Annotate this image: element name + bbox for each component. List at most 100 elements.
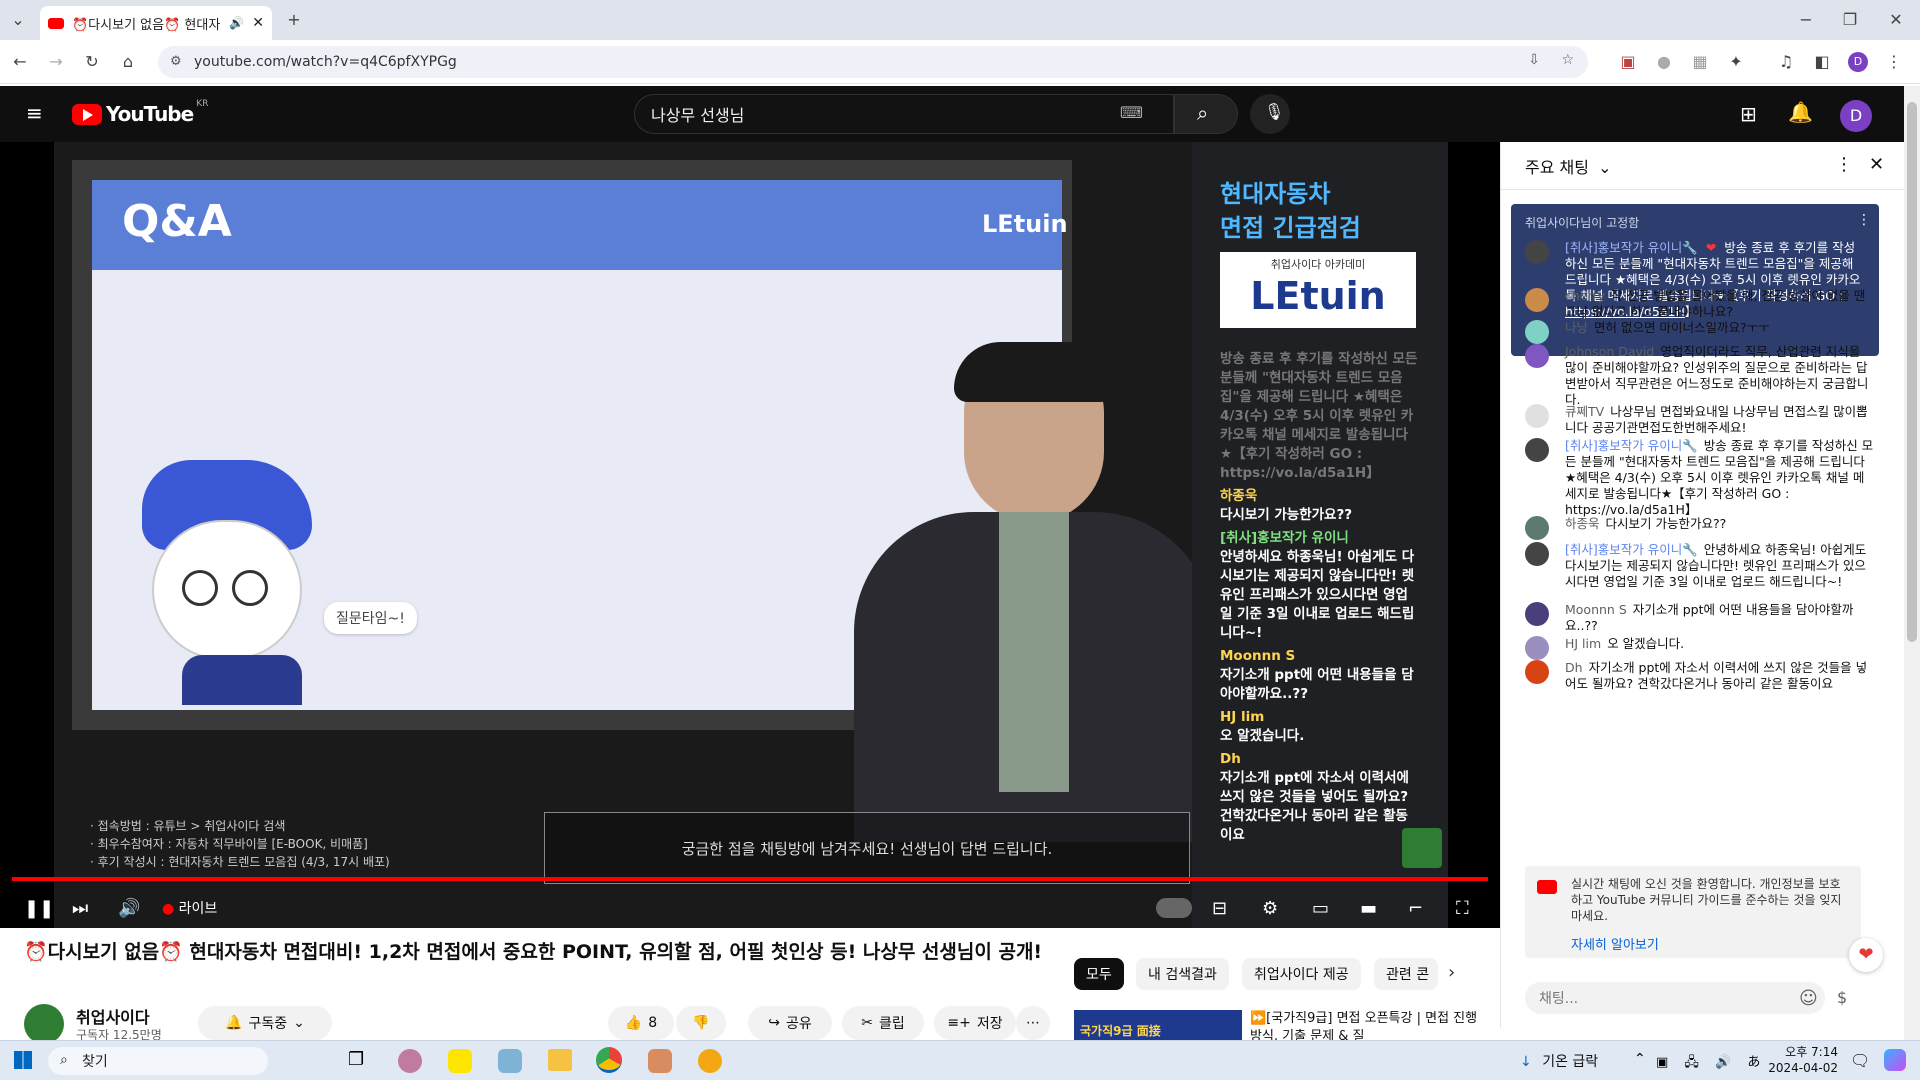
- subtitles-icon[interactable]: ⊟: [1212, 894, 1227, 924]
- chrome-icon[interactable]: [596, 1047, 622, 1073]
- extension-3-icon[interactable]: ▦: [1690, 52, 1710, 72]
- chat-message[interactable]: HJ lim 오 알겠습니다.: [1525, 636, 1875, 660]
- super-chat-icon[interactable]: $: [1837, 988, 1847, 1007]
- chat-message[interactable]: 하종욱 다시보기 가능한가요??: [1525, 516, 1875, 540]
- emoji-icon[interactable]: ☺: [1799, 988, 1818, 1009]
- chat-avatar[interactable]: [1525, 542, 1549, 566]
- tab-close-icon[interactable]: ✕: [252, 15, 264, 31]
- back-icon[interactable]: ←: [10, 52, 30, 72]
- recommended-video[interactable]: 국가직9급 面接 ⏩[국가직9급] 면접 오픈특강 | 면접 진행방식, 기출 …: [1074, 1010, 1494, 1040]
- keyboard-icon[interactable]: ⌨: [1120, 103, 1143, 122]
- miniplayer-icon[interactable]: ▭: [1312, 894, 1329, 924]
- chip-all[interactable]: 모두: [1074, 958, 1124, 990]
- chat-author[interactable]: 나낭: [1565, 320, 1588, 335]
- audio-playing-icon[interactable]: 🔊: [229, 16, 244, 30]
- search-input[interactable]: 나상무 선생님 ⌨: [634, 94, 1174, 134]
- chip-search-results[interactable]: 내 검색결과: [1136, 958, 1229, 990]
- chat-message[interactable]: [취사]홍보작가 유이니🔧 방송 종료 후 후기를 작성하신 모든 분들께 "현대…: [1525, 438, 1875, 518]
- chat-avatar[interactable]: [1525, 288, 1549, 312]
- recommended-thumbnail[interactable]: 국가직9급 面接: [1074, 1010, 1242, 1040]
- taskbar-app-5-icon[interactable]: [648, 1049, 672, 1073]
- chat-more-icon[interactable]: ⋮: [1835, 154, 1853, 175]
- taskbar-search[interactable]: ⌕ 찾기: [48, 1047, 268, 1075]
- notifications-bell-icon[interactable]: 🔔: [1788, 100, 1813, 124]
- subscribe-button[interactable]: 🔔 구독중 ⌄: [198, 1006, 332, 1040]
- window-close-icon[interactable]: ✕: [1886, 10, 1906, 30]
- settings-gear-icon[interactable]: ⚙: [1262, 894, 1278, 924]
- tray-icons[interactable]: ▣ 🖧 🔊 あ: [1656, 1051, 1766, 1075]
- url-field[interactable]: ⚙ youtube.com/watch?v=q4C6pfXYPGg ⇩ ☆: [158, 46, 1588, 78]
- dislike-button[interactable]: 👎: [676, 1006, 726, 1040]
- learn-more-link[interactable]: 자세히 알아보기: [1571, 934, 1659, 953]
- media-control-icon[interactable]: ♫: [1776, 52, 1796, 72]
- chat-author[interactable]: Johnson David: [1565, 344, 1654, 359]
- tab-search-icon[interactable]: ⌄: [8, 10, 28, 30]
- chat-author[interactable]: Dh: [1565, 660, 1583, 675]
- weather-widget[interactable]: ↓ 기온 급락: [1520, 1051, 1598, 1071]
- pause-icon[interactable]: ❚❚: [24, 894, 54, 924]
- bookmark-star-icon[interactable]: ☆: [1561, 52, 1574, 68]
- more-actions-button[interactable]: ⋯: [1016, 1006, 1050, 1040]
- chat-author[interactable]: 하종욱: [1565, 516, 1600, 531]
- chat-mode-selector[interactable]: 주요 채팅 ⌄: [1525, 154, 1611, 178]
- next-icon[interactable]: ⏭: [72, 894, 88, 924]
- page-scrollbar[interactable]: [1904, 86, 1920, 1040]
- like-button[interactable]: 👍 8: [608, 1006, 674, 1040]
- chat-author[interactable]: HJ lim: [1565, 636, 1601, 651]
- extension-1-icon[interactable]: ▣: [1618, 52, 1638, 72]
- taskbar-app-1-icon[interactable]: [398, 1049, 422, 1073]
- tray-chevron-icon[interactable]: ⌃: [1634, 1051, 1646, 1067]
- chat-author[interactable]: [취사]홍보작가 유이니🔧: [1565, 542, 1698, 557]
- chat-author[interactable]: cherry: [1565, 288, 1605, 303]
- chat-avatar[interactable]: [1525, 660, 1549, 684]
- taskbar-app-6-icon[interactable]: [698, 1049, 722, 1073]
- chat-avatar[interactable]: [1525, 438, 1549, 462]
- video-player[interactable]: Q&A LEtuin 질문타임~! 현대자동차 면접 긴급점검 취업사이다 아카…: [0, 142, 1500, 928]
- create-video-icon[interactable]: ⊞: [1740, 102, 1757, 126]
- taskbar-app-3-icon[interactable]: [498, 1049, 522, 1073]
- chat-message[interactable]: cherry 작 전공 방법을 물어봤을 때, 전공 방향이 없을 땐 그냥 없다…: [1525, 288, 1875, 320]
- chat-input[interactable]: 채팅...: [1525, 982, 1825, 1014]
- chat-author[interactable]: 큐쩨TV: [1565, 404, 1604, 419]
- chat-message[interactable]: Moonnn S 자기소개 ppt에 어떤 내용들을 담아야할까요..??: [1525, 602, 1875, 634]
- hamburger-menu-icon[interactable]: ≡: [26, 103, 46, 124]
- fullscreen-icon[interactable]: ⛶: [1456, 894, 1469, 924]
- forward-icon[interactable]: →: [46, 52, 66, 72]
- progress-bar[interactable]: [12, 877, 1488, 881]
- home-icon[interactable]: ⌂: [118, 52, 138, 72]
- reaction-heart-icon[interactable]: ❤: [1849, 938, 1883, 972]
- chat-avatar[interactable]: [1525, 516, 1549, 540]
- channel-avatar[interactable]: [24, 1004, 64, 1044]
- share-button[interactable]: ↪ 공유: [748, 1006, 832, 1040]
- reload-icon[interactable]: ↻: [82, 52, 102, 72]
- chat-close-icon[interactable]: ✕: [1869, 154, 1884, 175]
- chat-avatar[interactable]: [1525, 320, 1549, 344]
- recommended-title[interactable]: ⏩[국가직9급] 면접 오픈특강 | 면접 진행방식, 기출 문제 & 질: [1250, 1010, 1480, 1040]
- voice-search-button[interactable]: 🎙: [1250, 94, 1290, 134]
- clip-button[interactable]: ✂ 클립: [842, 1006, 924, 1040]
- windows-start-icon[interactable]: [14, 1051, 32, 1069]
- taskbar-clock[interactable]: 오후 7:14 2024-04-02: [1768, 1044, 1838, 1076]
- youtube-logo[interactable]: YouTube KR: [72, 99, 208, 126]
- search-button[interactable]: ⌕: [1174, 94, 1238, 134]
- restore-icon[interactable]: ❐: [1840, 10, 1860, 30]
- cast-icon[interactable]: ⌐: [1408, 894, 1423, 924]
- chat-author[interactable]: [취사]홍보작가 유이니🔧: [1565, 438, 1698, 453]
- extensions-puzzle-icon[interactable]: ✦: [1726, 52, 1746, 72]
- chat-avatar[interactable]: [1525, 636, 1549, 660]
- chip-related[interactable]: 관련 콘: [1374, 958, 1438, 990]
- browser-tab[interactable]: ⏰다시보기 없음⏰ 현대자 🔊 ✕: [40, 6, 272, 40]
- chip-channel[interactable]: 취업사이다 제공: [1242, 958, 1361, 990]
- notification-icon[interactable]: 🗨: [1850, 1051, 1870, 1070]
- site-info-icon[interactable]: ⚙: [170, 54, 182, 69]
- chat-message[interactable]: 큐쩨TV 나상무님 면접봐요내일 나상무님 면접스킬 많이뽑니다 공공기관면접도한…: [1525, 404, 1875, 436]
- autoplay-toggle[interactable]: [1156, 898, 1192, 918]
- browser-menu-icon[interactable]: ⋮: [1884, 52, 1904, 72]
- chat-message[interactable]: 나낭 면허 없으면 마이너스일까요?ㅜㅜ: [1525, 320, 1875, 344]
- side-panel-icon[interactable]: ◧: [1812, 52, 1832, 72]
- page-scrollbar-thumb[interactable]: [1907, 102, 1917, 642]
- chips-next-icon[interactable]: ›: [1448, 962, 1455, 983]
- save-button[interactable]: ≡+ 저장: [934, 1006, 1016, 1040]
- chat-avatar[interactable]: [1525, 602, 1549, 626]
- volume-icon[interactable]: 🔊: [118, 894, 140, 924]
